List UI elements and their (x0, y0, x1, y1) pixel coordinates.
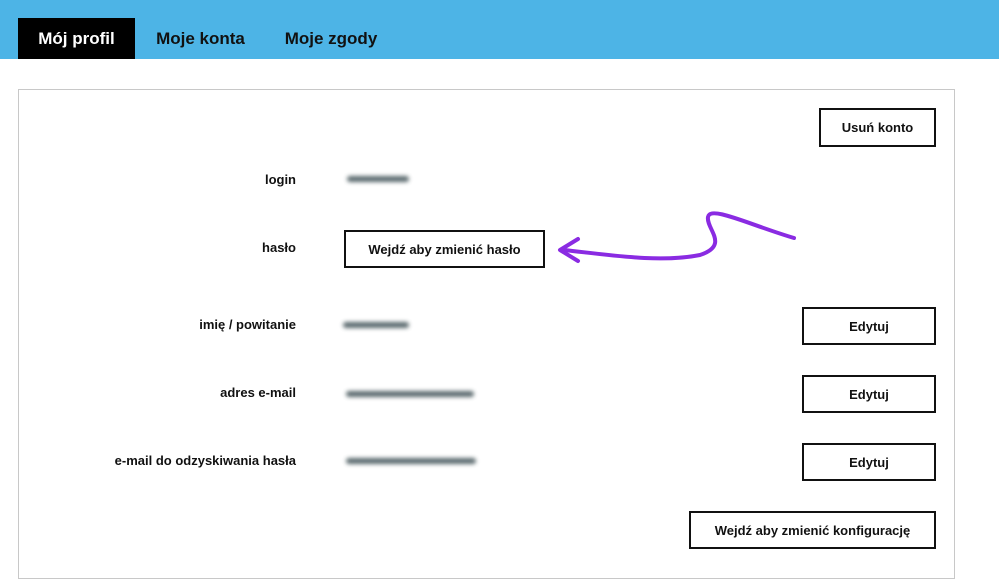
tab-my-profile[interactable]: Mój profil (18, 18, 135, 59)
name-greeting-label: imię / powitanie (199, 317, 296, 332)
recovery-email-value-redacted (346, 458, 476, 464)
recovery-email-label: e-mail do odzyskiwania hasła (114, 453, 296, 468)
top-nav-bar: Mój profil Moje konta Moje zgody (0, 0, 999, 59)
change-password-button[interactable]: Wejdź aby zmienić hasło (344, 230, 545, 268)
name-value-redacted (343, 322, 409, 328)
tab-my-consents[interactable]: Moje zgody (272, 18, 390, 59)
email-label: adres e-mail (220, 385, 296, 400)
email-value-redacted (346, 391, 474, 397)
delete-account-button[interactable]: Usuń konto (819, 108, 936, 147)
change-config-button[interactable]: Wejdź aby zmienić konfigurację (689, 511, 936, 549)
tab-my-accounts[interactable]: Moje konta (143, 18, 258, 59)
edit-name-button[interactable]: Edytuj (802, 307, 936, 345)
login-value-redacted (347, 176, 409, 182)
annotation-arrow-icon (558, 209, 798, 263)
password-label: hasło (262, 240, 296, 255)
edit-email-button[interactable]: Edytuj (802, 375, 936, 413)
login-label: login (264, 172, 296, 187)
edit-recovery-email-button[interactable]: Edytuj (802, 443, 936, 481)
